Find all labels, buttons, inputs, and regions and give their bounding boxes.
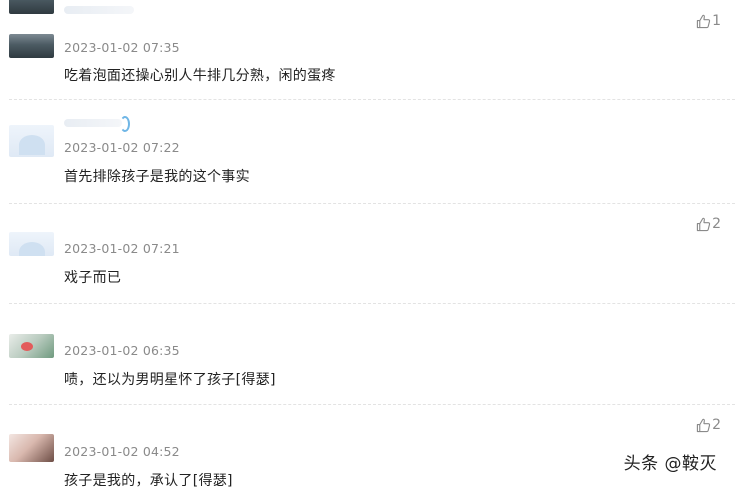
comment-timestamp: 2023-01-02 07:22 xyxy=(64,140,180,155)
comment-text: 戏子而已 xyxy=(64,270,122,286)
watermark: 头条 @鞍灭 xyxy=(623,454,717,474)
thumbs-up-icon xyxy=(696,14,711,28)
divider xyxy=(9,99,735,100)
avatar[interactable] xyxy=(9,232,54,256)
divider xyxy=(9,404,735,405)
comment-text: 啧，还以为男明星怀了孩子[得瑟] xyxy=(64,372,276,388)
like-button[interactable]: 2 xyxy=(696,416,721,434)
like-count: 2 xyxy=(712,216,721,232)
comment-text: 首先排除孩子是我的这个事实 xyxy=(64,169,250,185)
divider xyxy=(9,303,735,304)
username-blurred[interactable] xyxy=(64,6,134,14)
username-blurred[interactable] xyxy=(64,116,130,132)
comment-text: 孩子是我的，承认了[得瑟] xyxy=(64,473,233,489)
divider xyxy=(9,203,735,204)
like-button[interactable]: 1 xyxy=(696,12,721,30)
comment-timestamp: 2023-01-02 06:35 xyxy=(64,343,180,358)
thumbs-up-icon xyxy=(696,418,711,432)
avatar[interactable] xyxy=(9,334,54,358)
like-button[interactable]: 2 xyxy=(696,215,721,233)
avatar[interactable] xyxy=(9,34,54,58)
comment-text: 吃着泡面还操心别人牛排几分熟，闲的蛋疼 xyxy=(64,68,336,84)
comment-timestamp: 2023-01-02 07:35 xyxy=(64,40,180,55)
comment-timestamp: 2023-01-02 07:21 xyxy=(64,241,180,256)
like-count: 2 xyxy=(712,417,721,433)
like-count: 1 xyxy=(712,13,721,29)
badge-icon xyxy=(120,116,130,132)
avatar[interactable] xyxy=(9,0,54,14)
avatar[interactable] xyxy=(9,434,54,462)
avatar[interactable] xyxy=(9,125,54,157)
comment-timestamp: 2023-01-02 04:52 xyxy=(64,444,180,459)
thumbs-up-icon xyxy=(696,217,711,231)
